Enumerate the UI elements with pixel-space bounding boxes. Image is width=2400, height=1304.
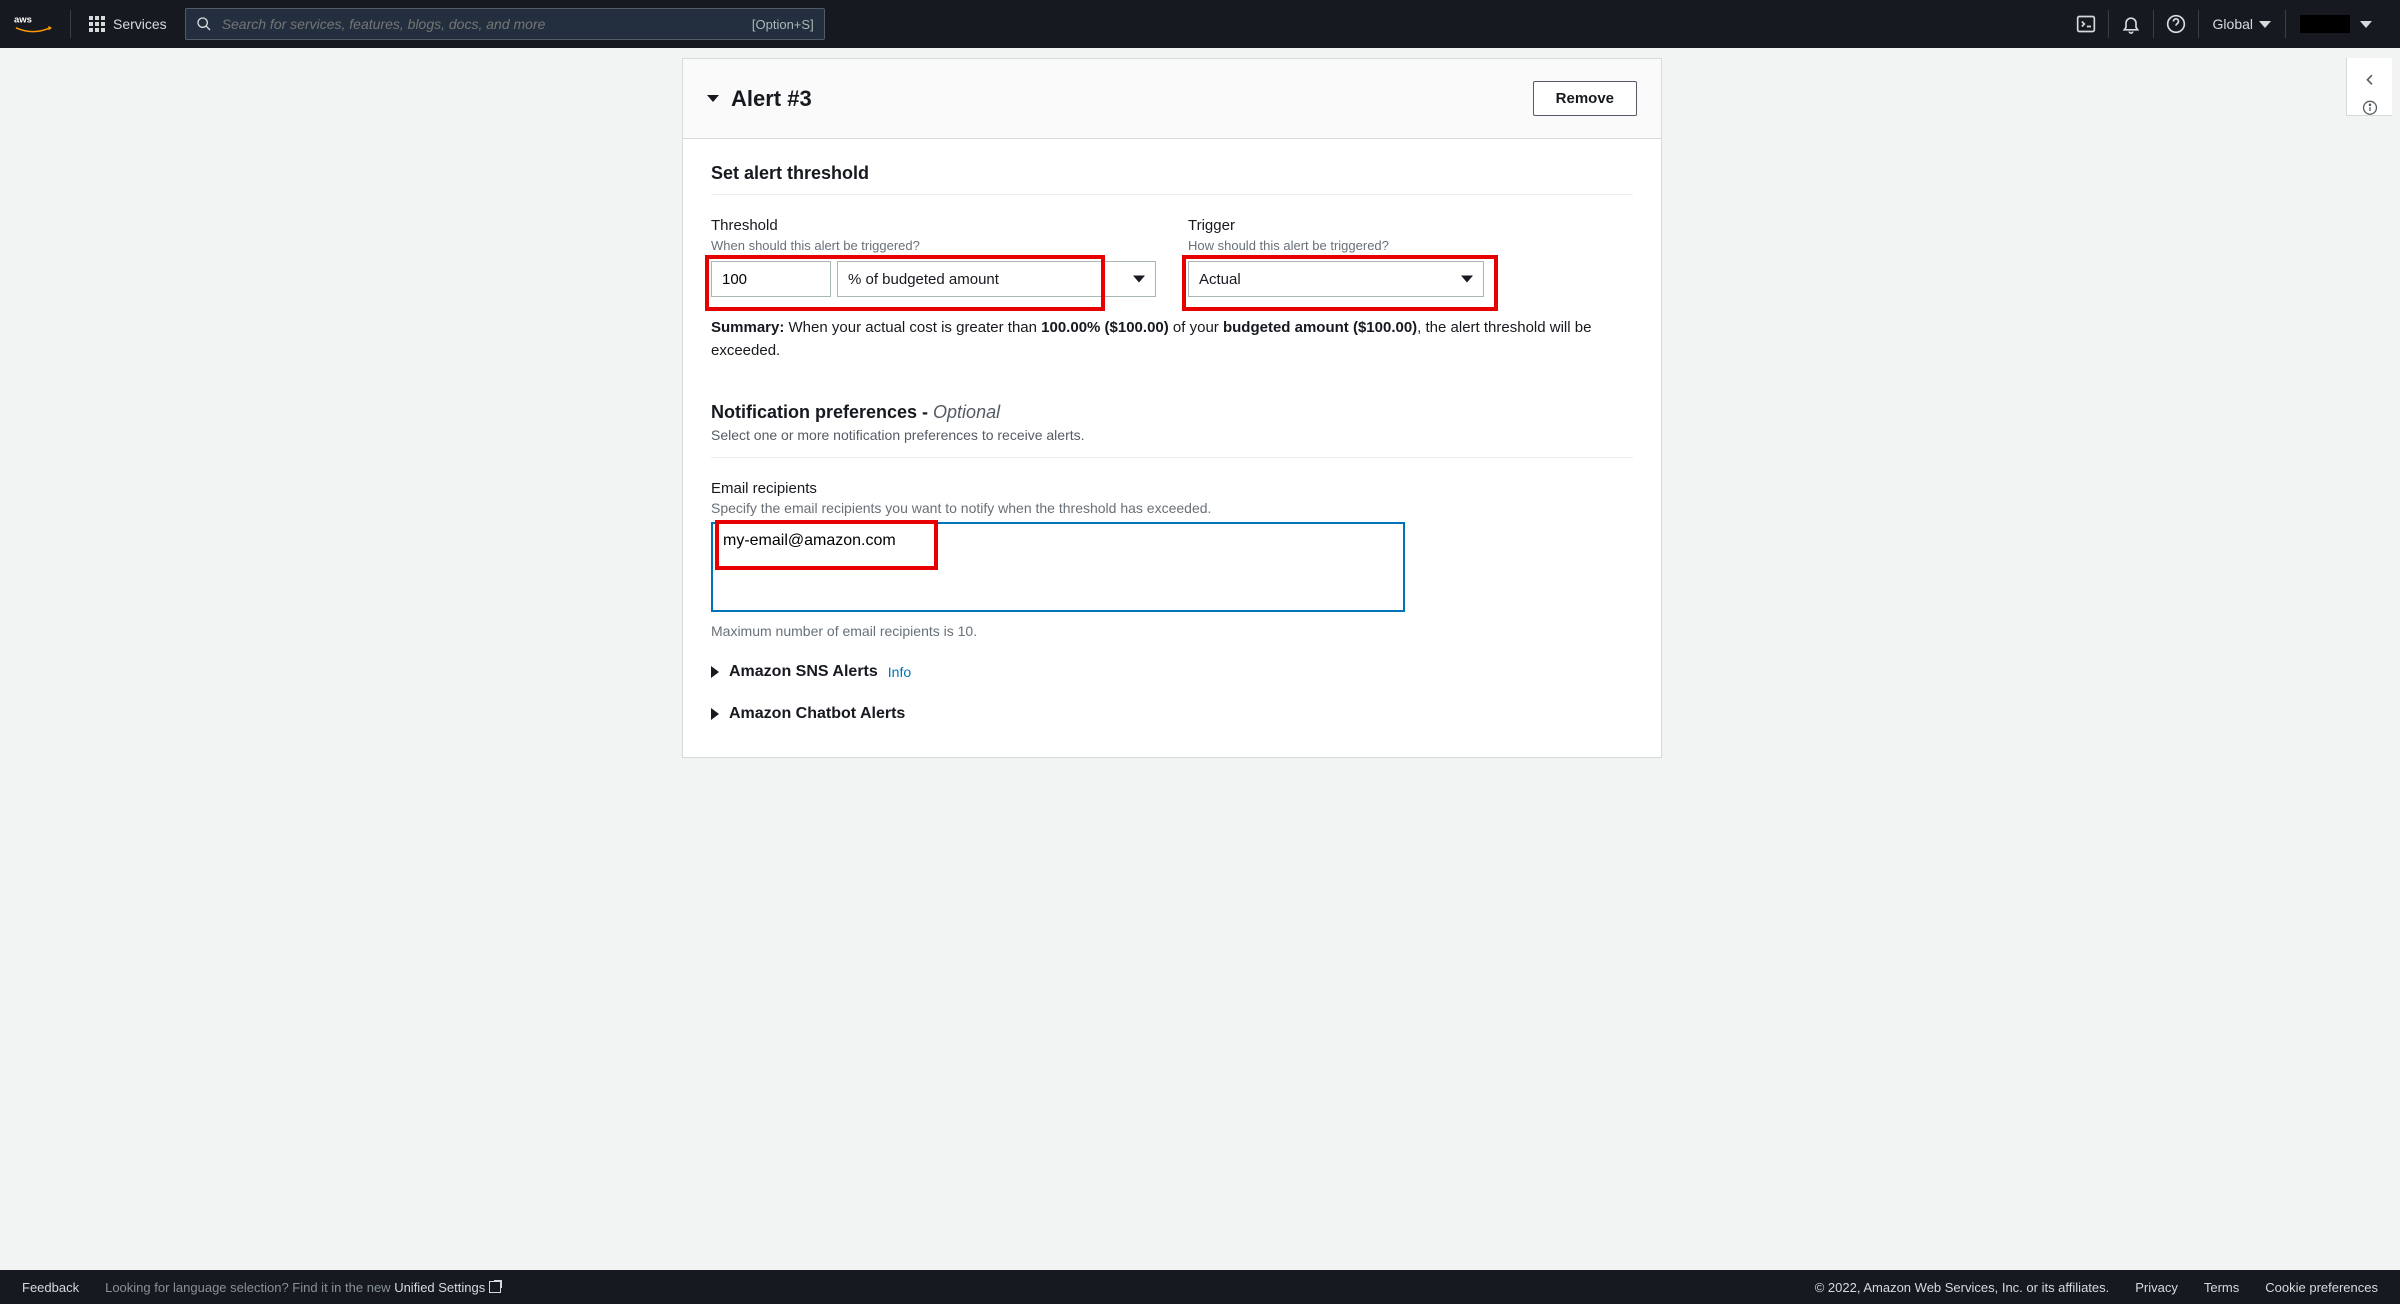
notification-subtitle: Select one or more notification preferen…	[711, 427, 1633, 443]
divider	[711, 194, 1633, 195]
global-search[interactable]: [Option+S]	[185, 8, 825, 40]
unified-settings-link[interactable]: Unified Settings	[394, 1280, 501, 1295]
copyright: © 2022, Amazon Web Services, Inc. or its…	[1815, 1280, 2110, 1295]
region-label: Global	[2213, 16, 2253, 32]
alert-card: Alert #3 Remove Set alert threshold Thre…	[682, 58, 1662, 758]
terms-link[interactable]: Terms	[2204, 1280, 2239, 1295]
threshold-summary: Summary: When your actual cost is greate…	[711, 317, 1633, 362]
divider	[711, 457, 1633, 458]
services-label: Services	[113, 16, 167, 32]
cookie-preferences-link[interactable]: Cookie preferences	[2265, 1280, 2378, 1295]
remove-button[interactable]: Remove	[1533, 81, 1637, 116]
cloudshell-button[interactable]	[2064, 0, 2108, 48]
threshold-label: Threshold	[711, 217, 1156, 234]
summary-prefix: Summary:	[711, 319, 784, 336]
chevron-down-icon	[1133, 276, 1145, 283]
trigger-select[interactable]: Actual	[1188, 261, 1484, 297]
alert-card-header: Alert #3 Remove	[683, 59, 1661, 139]
caret-right-icon	[711, 708, 719, 720]
services-grid-icon	[89, 16, 105, 32]
external-link-icon	[489, 1281, 501, 1293]
trigger-hint: How should this alert be triggered?	[1188, 238, 1633, 253]
chevron-down-icon	[2259, 21, 2271, 28]
threshold-unit-value: % of budgeted amount	[848, 271, 999, 288]
email-recipients-label: Email recipients	[711, 480, 1633, 497]
cloudshell-icon	[2076, 14, 2096, 34]
email-recipients-input[interactable]	[711, 522, 1405, 612]
collapse-icon[interactable]	[707, 95, 719, 102]
aws-logo[interactable]: aws	[14, 12, 52, 36]
trigger-label: Trigger	[1188, 217, 1633, 234]
chatbot-label: Amazon Chatbot Alerts	[729, 705, 905, 723]
info-icon[interactable]	[2361, 100, 2379, 116]
sns-info-link[interactable]: Info	[888, 664, 911, 680]
language-prompt: Looking for language selection? Find it …	[105, 1280, 501, 1295]
sns-alerts-expand[interactable]: Amazon SNS Alerts Info	[711, 663, 1633, 681]
account-menu[interactable]	[2286, 0, 2386, 48]
alert-title: Alert #3	[731, 86, 812, 112]
help-button[interactable]	[2154, 0, 2198, 48]
sns-label: Amazon SNS Alerts	[729, 663, 878, 681]
email-max-hint: Maximum number of email recipients is 10…	[711, 623, 1633, 639]
bell-icon	[2121, 14, 2141, 34]
services-menu[interactable]: Services	[89, 16, 167, 32]
top-nav: aws Services [Option+S] Global	[0, 0, 2400, 48]
trigger-value: Actual	[1199, 271, 1241, 288]
footer: Feedback Looking for language selection?…	[0, 1270, 2400, 1304]
feedback-link[interactable]: Feedback	[22, 1280, 79, 1295]
account-id-redacted	[2300, 15, 2350, 33]
threshold-unit-select[interactable]: % of budgeted amount	[837, 261, 1156, 297]
threshold-hint: When should this alert be triggered?	[711, 238, 1156, 253]
notification-title: Notification preferences - Optional	[711, 402, 1000, 423]
threshold-section-title: Set alert threshold	[711, 163, 1633, 184]
chevron-down-icon	[2360, 21, 2372, 28]
chevron-down-icon	[1461, 276, 1473, 283]
help-icon	[2166, 14, 2186, 34]
region-selector[interactable]: Global	[2199, 0, 2285, 48]
threshold-value-input[interactable]	[711, 261, 831, 297]
chatbot-alerts-expand[interactable]: Amazon Chatbot Alerts	[711, 705, 1633, 723]
divider	[70, 10, 71, 38]
svg-text:aws: aws	[14, 15, 32, 26]
email-recipients-hint: Specify the email recipients you want to…	[711, 500, 1633, 516]
search-input[interactable]	[222, 16, 742, 32]
help-panel-collapsed	[2346, 58, 2392, 116]
notifications-button[interactable]	[2109, 0, 2153, 48]
caret-right-icon	[711, 666, 719, 678]
search-icon	[196, 16, 212, 32]
privacy-link[interactable]: Privacy	[2135, 1280, 2178, 1295]
chevron-left-icon[interactable]	[2361, 72, 2379, 88]
search-shortcut: [Option+S]	[752, 17, 814, 32]
main-area: Alert #3 Remove Set alert threshold Thre…	[0, 48, 2400, 1270]
right-rail	[2344, 48, 2400, 1270]
